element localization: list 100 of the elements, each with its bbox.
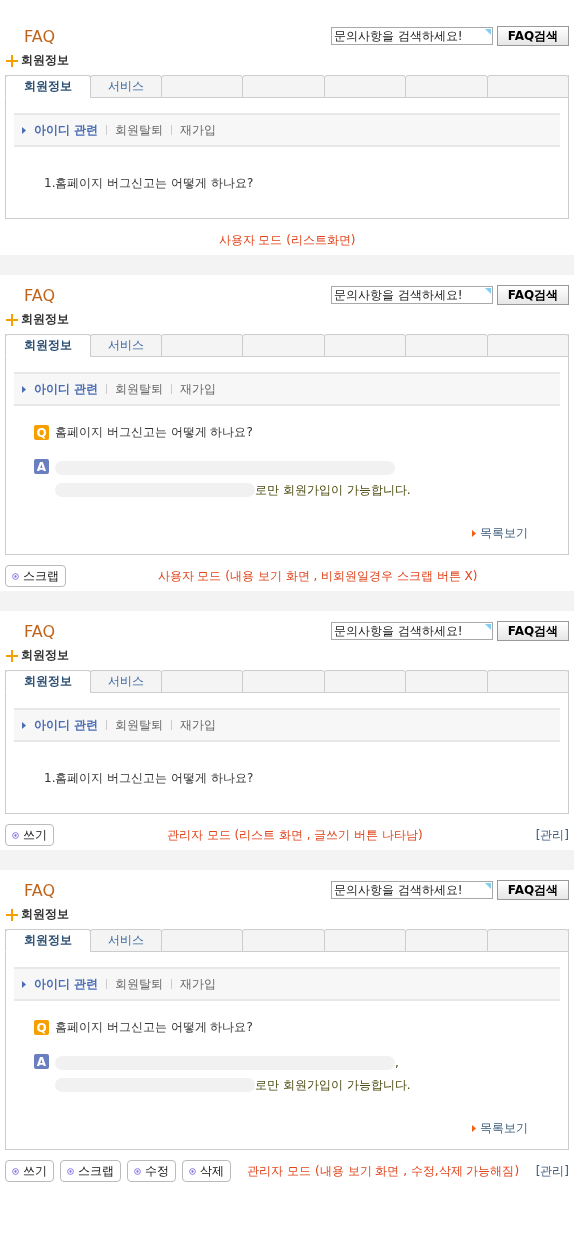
section-title: 회원정보 (21, 906, 69, 923)
answer-text: 로만 회원가입이 가능합니다. (255, 481, 411, 499)
corner-triangle-icon (485, 29, 491, 35)
page-title: FAQ (24, 26, 55, 46)
search-button[interactable]: FAQ검색 (497, 880, 569, 900)
corner-triangle-icon (485, 288, 491, 294)
triangle-icon (22, 980, 26, 988)
search-button[interactable]: FAQ검색 (497, 285, 569, 305)
category-link[interactable]: 재가입 (180, 380, 217, 398)
category-link[interactable]: 회원탈퇴 (115, 380, 164, 398)
question-badge: Q (34, 425, 49, 440)
bullet-icon (12, 1167, 19, 1175)
bullet-icon (67, 1167, 74, 1175)
triangle-icon (22, 385, 26, 393)
tab[interactable]: 서비스 (90, 929, 162, 952)
question-text: 홈페이지 버그신고는 어떻게 하나요? (55, 424, 253, 441)
admin-link[interactable]: [관리] (535, 1162, 569, 1180)
bullet-icon (134, 1167, 141, 1175)
plus-icon (6, 908, 18, 921)
search-field[interactable]: 문의사항을 검색하세요! (331, 622, 493, 640)
corner-triangle-icon (485, 624, 491, 630)
tab[interactable] (405, 929, 488, 952)
tab[interactable] (486, 75, 570, 98)
tab[interactable] (323, 929, 407, 952)
tab[interactable]: 회원정보 (5, 929, 91, 952)
category-link[interactable]: 아이디 관련 (34, 380, 99, 398)
action-button[interactable]: 쓰기 (5, 824, 54, 846)
admin-link[interactable]: [관리] (535, 826, 569, 844)
search-field[interactable]: 문의사항을 검색하세요! (331, 881, 493, 899)
category-link[interactable]: 아이디 관련 (34, 121, 99, 139)
tab[interactable] (161, 75, 244, 98)
category-link[interactable]: 아이디 관련 (34, 975, 99, 993)
bullet-icon (189, 1167, 196, 1175)
category-link[interactable]: 재가입 (180, 716, 217, 734)
tab[interactable] (486, 929, 570, 952)
section-title: 회원정보 (21, 647, 69, 664)
action-button[interactable]: 수정 (127, 1160, 176, 1182)
tab[interactable] (242, 75, 325, 98)
triangle-icon (472, 530, 476, 537)
section-title: 회원정보 (21, 52, 69, 69)
tab[interactable]: 서비스 (90, 334, 162, 357)
tab[interactable]: 서비스 (90, 75, 162, 98)
tab[interactable]: 회원정보 (5, 334, 91, 357)
tab[interactable] (405, 670, 488, 693)
tab[interactable] (323, 670, 407, 693)
tab[interactable] (242, 670, 325, 693)
answer-text: , (395, 1056, 399, 1070)
tab[interactable] (161, 334, 244, 357)
category-link[interactable]: 재가입 (180, 975, 217, 993)
tab[interactable] (486, 670, 570, 693)
plus-icon (6, 54, 18, 67)
answer-badge: A (34, 459, 49, 474)
category-link[interactable]: 회원탈퇴 (115, 975, 164, 993)
page-title: FAQ (24, 285, 55, 305)
category-link[interactable]: 재가입 (180, 121, 217, 139)
category-link[interactable]: 회원탈퇴 (115, 716, 164, 734)
search-button[interactable]: FAQ검색 (497, 621, 569, 641)
list-link[interactable]: 목록보기 (480, 525, 528, 542)
tab[interactable]: 서비스 (90, 670, 162, 693)
tab[interactable]: 회원정보 (5, 670, 91, 693)
tab[interactable] (486, 334, 570, 357)
list-link[interactable]: 목록보기 (480, 1120, 528, 1137)
triangle-icon (22, 721, 26, 729)
triangle-icon (22, 126, 26, 134)
tab[interactable]: 회원정보 (5, 75, 91, 98)
category-link[interactable]: 아이디 관련 (34, 716, 99, 734)
tab[interactable] (242, 929, 325, 952)
answer-text: 로만 회원가입이 가능합니다. (255, 1076, 411, 1094)
tab[interactable] (161, 929, 244, 952)
question-link[interactable]: 1.홈페이지 버그신고는 어떻게 하나요? (44, 175, 568, 192)
tab[interactable] (242, 334, 325, 357)
action-button[interactable]: 쓰기 (5, 1160, 54, 1182)
answer-badge: A (34, 1054, 49, 1069)
mode-caption: 사용자 모드 (내용 보기 화면 , 비회원일경우 스크랩 버튼 X) (156, 567, 479, 585)
question-link[interactable]: 1.홈페이지 버그신고는 어떻게 하나요? (44, 770, 568, 787)
tab[interactable] (323, 334, 407, 357)
action-button[interactable]: 삭제 (182, 1160, 231, 1182)
page-title: FAQ (24, 621, 55, 641)
plus-icon (6, 313, 18, 326)
triangle-icon (472, 1125, 476, 1132)
bullet-icon (12, 831, 19, 839)
section-title: 회원정보 (21, 311, 69, 328)
question-badge: Q (34, 1020, 49, 1035)
tab[interactable] (405, 75, 488, 98)
plus-icon (6, 649, 18, 662)
search-field[interactable]: 문의사항을 검색하세요! (331, 286, 493, 304)
bullet-icon (12, 572, 19, 580)
corner-triangle-icon (485, 883, 491, 889)
tab[interactable] (405, 334, 488, 357)
question-text: 홈페이지 버그신고는 어떻게 하나요? (55, 1019, 253, 1036)
action-button[interactable]: 스크랩 (5, 565, 66, 587)
tab[interactable] (161, 670, 244, 693)
mode-caption: 관리자 모드 (리스트 화면 , 글쓰기 버튼 나타남) (165, 826, 424, 844)
mode-caption: 사용자 모드 (리스트화면) (217, 231, 357, 249)
tab[interactable] (323, 75, 407, 98)
action-button[interactable]: 스크랩 (60, 1160, 121, 1182)
category-link[interactable]: 회원탈퇴 (115, 121, 164, 139)
mode-caption: 관리자 모드 (내용 보기 화면 , 수정,삭제 가능해짐) (246, 1162, 521, 1180)
search-button[interactable]: FAQ검색 (497, 26, 569, 46)
search-field[interactable]: 문의사항을 검색하세요! (331, 27, 493, 45)
